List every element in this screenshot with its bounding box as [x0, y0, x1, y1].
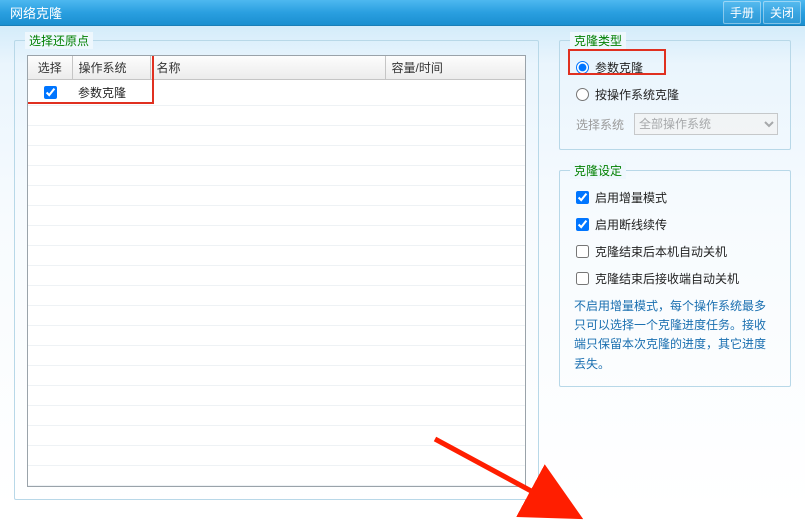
table-row	[28, 106, 525, 126]
table-row	[28, 306, 525, 326]
row-checkbox[interactable]	[44, 86, 57, 99]
left-column: 选择还原点 选择 操作系统 名称 容量/时间	[14, 40, 539, 495]
check-shutdown-receiver[interactable]: 克隆结束后接收端自动关机	[576, 270, 778, 287]
row-capacity	[385, 80, 525, 106]
select-system-dropdown[interactable]: 全部操作系统	[634, 113, 778, 135]
col-select[interactable]: 选择	[28, 56, 72, 80]
row-os: 参数克隆	[72, 80, 150, 106]
radio-by-os-clone[interactable]: 按操作系统克隆	[576, 86, 778, 103]
check-resume[interactable]: 启用断线续传	[576, 216, 778, 233]
check-resume-input[interactable]	[576, 218, 589, 231]
radio-param-clone-input[interactable]	[576, 61, 589, 74]
restore-table-body: 参数克隆	[28, 80, 525, 486]
clone-settings-group: 克隆设定 启用增量模式 启用断线续传 克隆结束后本机自动关机 克隆结束后接收端自…	[559, 170, 791, 387]
table-row	[28, 346, 525, 366]
table-row[interactable]: 参数克隆	[28, 80, 525, 106]
restore-table: 选择 操作系统 名称 容量/时间 参数克隆	[28, 56, 525, 486]
row-checkbox-cell[interactable]	[28, 80, 72, 106]
col-capacity[interactable]: 容量/时间	[385, 56, 525, 80]
right-column: 克隆类型 参数克隆 按操作系统克隆 选择系统 全部操作系统 克隆设定	[559, 40, 791, 495]
check-shutdown-local-label: 克隆结束后本机自动关机	[595, 243, 727, 260]
row-name	[150, 80, 385, 106]
table-row	[28, 206, 525, 226]
table-row	[28, 286, 525, 306]
select-system-row: 选择系统 全部操作系统	[576, 113, 778, 135]
table-row	[28, 406, 525, 426]
check-shutdown-receiver-input[interactable]	[576, 272, 589, 285]
col-name[interactable]: 名称	[150, 56, 385, 80]
manual-button[interactable]: 手册	[723, 1, 761, 24]
restore-point-legend: 选择还原点	[25, 32, 93, 49]
table-row	[28, 326, 525, 346]
table-row	[28, 366, 525, 386]
window-title: 网络克隆	[10, 3, 721, 22]
table-row	[28, 226, 525, 246]
radio-by-os-clone-input[interactable]	[576, 88, 589, 101]
table-row	[28, 266, 525, 286]
select-system-label: 选择系统	[576, 116, 624, 133]
client-area: 选择还原点 选择 操作系统 名称 容量/时间	[0, 26, 805, 509]
check-resume-label: 启用断线续传	[595, 216, 667, 233]
clone-settings-legend: 克隆设定	[570, 162, 626, 179]
col-os[interactable]: 操作系统	[72, 56, 150, 80]
table-row	[28, 246, 525, 266]
check-shutdown-receiver-label: 克隆结束后接收端自动关机	[595, 270, 739, 287]
table-row	[28, 446, 525, 466]
radio-param-clone-label: 参数克隆	[595, 59, 643, 76]
table-header-row: 选择 操作系统 名称 容量/时间	[28, 56, 525, 80]
check-shutdown-local[interactable]: 克隆结束后本机自动关机	[576, 243, 778, 260]
check-incremental-input[interactable]	[576, 191, 589, 204]
table-row	[28, 126, 525, 146]
clone-type-legend: 克隆类型	[570, 32, 626, 49]
check-incremental-label: 启用增量模式	[595, 189, 667, 206]
table-row	[28, 426, 525, 446]
titlebar: 网络克隆 手册 关闭	[0, 0, 805, 26]
table-row	[28, 146, 525, 166]
table-row	[28, 466, 525, 486]
settings-note: 不启用增量模式，每个操作系统最多只可以选择一个克隆进度任务。接收端只保留本次克隆…	[574, 297, 776, 374]
table-row	[28, 186, 525, 206]
restore-table-container: 选择 操作系统 名称 容量/时间 参数克隆	[27, 55, 526, 487]
check-incremental[interactable]: 启用增量模式	[576, 189, 778, 206]
check-shutdown-local-input[interactable]	[576, 245, 589, 258]
clone-type-group: 克隆类型 参数克隆 按操作系统克隆 选择系统 全部操作系统	[559, 40, 791, 150]
radio-param-clone[interactable]: 参数克隆	[576, 59, 778, 76]
restore-point-group: 选择还原点 选择 操作系统 名称 容量/时间	[14, 40, 539, 500]
table-row	[28, 386, 525, 406]
radio-by-os-clone-label: 按操作系统克隆	[595, 86, 679, 103]
close-button[interactable]: 关闭	[763, 1, 801, 24]
table-row	[28, 166, 525, 186]
